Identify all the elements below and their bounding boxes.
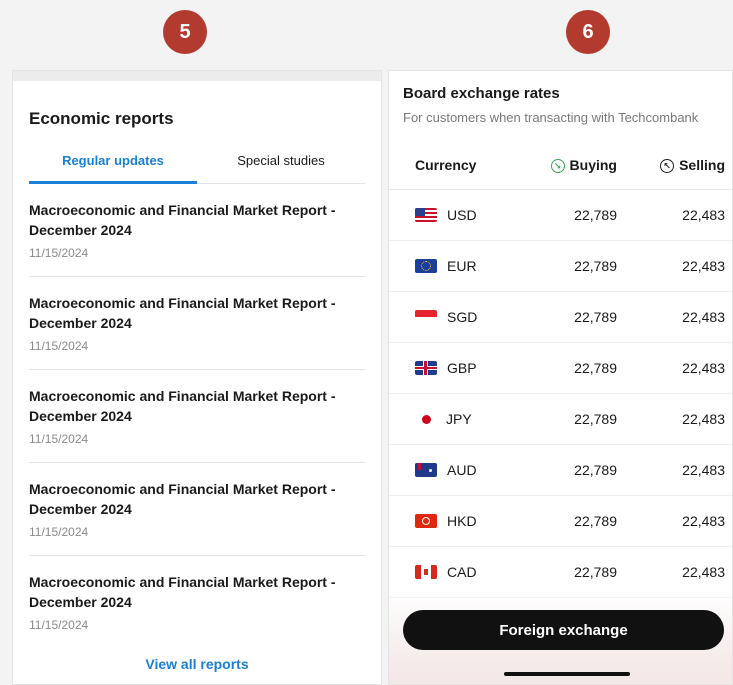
economic-reports-panel: Economic reports Regular updates Special… [12, 70, 382, 685]
selling-header: ↖ Selling [617, 156, 725, 174]
foreign-exchange-button[interactable]: Foreign exchange [403, 610, 724, 650]
buying-rate: 22,789 [574, 360, 617, 376]
rate-row-hkd: HKD 22,789 22,483 [389, 496, 732, 547]
report-title: Macroeconomic and Financial Market Repor… [29, 574, 336, 610]
tab-regular-updates[interactable]: Regular updates [29, 145, 197, 184]
home-indicator [504, 672, 630, 676]
selling-rate: 22,483 [682, 564, 725, 580]
step-badge-5: 5 [163, 10, 207, 54]
currency-code: SGD [447, 309, 478, 325]
report-title: Macroeconomic and Financial Market Repor… [29, 202, 336, 238]
reports-title: Economic reports [29, 109, 174, 128]
panel-top-bar [13, 71, 381, 81]
currency-code: AUD [447, 462, 477, 478]
buying-label: Buying [569, 156, 617, 173]
step-badge-6: 6 [566, 10, 610, 54]
report-date: 11/15/2024 [29, 432, 89, 446]
report-date: 11/15/2024 [29, 525, 89, 539]
selling-rate: 22,483 [682, 462, 725, 478]
buying-rate: 22,789 [574, 462, 617, 478]
rates-header-row: Currency ↘ Buying ↖ Selling [389, 141, 732, 190]
reports-tabs: Regular updates Special studies [29, 145, 365, 184]
buying-rate: 22,789 [574, 207, 617, 223]
au-flag-icon [415, 463, 437, 477]
us-flag-icon [415, 208, 437, 222]
report-item[interactable]: Macroeconomic and Financial Market Repor… [29, 463, 365, 556]
rate-row-jpy: JPY 22,789 22,483 [389, 394, 732, 445]
report-date: 11/15/2024 [29, 339, 89, 353]
report-title: Macroeconomic and Financial Market Repor… [29, 295, 336, 331]
view-all-reports-link[interactable]: View all reports [13, 656, 381, 672]
buying-header: ↘ Buying [529, 156, 617, 174]
currency-code: JPY [446, 411, 472, 427]
hk-flag-icon [415, 514, 437, 528]
ca-flag-icon [415, 565, 437, 579]
selling-rate: 22,483 [682, 207, 725, 223]
exchange-rates-panel: Board exchange rates For customers when … [388, 70, 733, 685]
buying-rate: 22,789 [574, 564, 617, 580]
currency-header: Currency [415, 157, 477, 173]
rate-row-aud: AUD 22,789 22,483 [389, 445, 732, 496]
rates-title: Board exchange rates [403, 85, 560, 102]
rate-row-sgd: SGD 22,789 22,483 [389, 292, 732, 343]
rate-row-gbp: GBP 22,789 22,483 [389, 343, 732, 394]
sg-flag-icon [415, 310, 437, 324]
report-title: Macroeconomic and Financial Market Repor… [29, 388, 336, 424]
report-item[interactable]: Macroeconomic and Financial Market Repor… [29, 277, 365, 370]
report-title: Macroeconomic and Financial Market Repor… [29, 481, 336, 517]
report-item[interactable]: Macroeconomic and Financial Market Repor… [29, 556, 365, 648]
currency-code: USD [447, 207, 477, 223]
rate-row-usd: USD 22,789 22,483 [389, 190, 732, 241]
selling-rate: 22,483 [682, 258, 725, 274]
report-item[interactable]: Macroeconomic and Financial Market Repor… [29, 184, 365, 277]
currency-code: EUR [447, 258, 477, 274]
selling-rate: 22,483 [682, 309, 725, 325]
selling-label: Selling [679, 156, 725, 173]
buying-rate: 22,789 [574, 513, 617, 529]
uk-flag-icon [415, 361, 437, 375]
buying-rate: 22,789 [574, 411, 617, 427]
report-list: Macroeconomic and Financial Market Repor… [29, 184, 365, 648]
currency-code: CAD [447, 564, 477, 580]
rates-subtitle: For customers when transacting with Tech… [403, 110, 699, 125]
buying-rate: 22,789 [574, 309, 617, 325]
selling-rate: 22,483 [682, 513, 725, 529]
report-date: 11/15/2024 [29, 246, 89, 260]
rate-row-eur: EUR 22,789 22,483 [389, 241, 732, 292]
selling-arrow-icon: ↖ [660, 159, 675, 174]
selling-rate: 22,483 [682, 360, 725, 376]
report-item[interactable]: Macroeconomic and Financial Market Repor… [29, 370, 365, 463]
tab-special-studies[interactable]: Special studies [197, 145, 365, 183]
buying-rate: 22,789 [574, 258, 617, 274]
currency-code: HKD [447, 513, 477, 529]
report-date: 11/15/2024 [29, 618, 89, 632]
eu-flag-icon [415, 259, 437, 273]
jp-flag-icon [422, 414, 431, 424]
selling-rate: 22,483 [682, 411, 725, 427]
buying-arrow-icon: ↘ [550, 159, 565, 174]
currency-code: GBP [447, 360, 477, 376]
